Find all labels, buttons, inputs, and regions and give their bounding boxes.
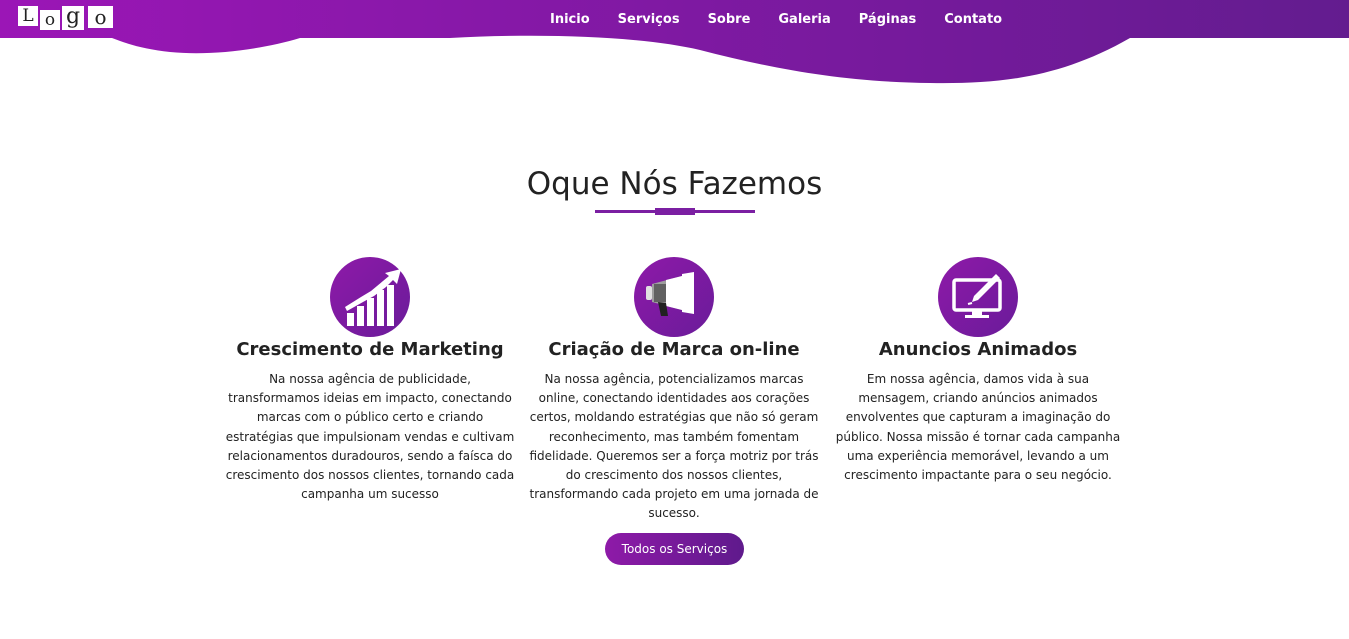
- service-description: Em nossa agência, damos vida à sua mensa…: [835, 372, 1121, 483]
- nav-link-servicos[interactable]: Serviços: [618, 12, 680, 27]
- header: L o g o Inicio Serviços Sobre Galeria Pá…: [0, 0, 1349, 90]
- service-title: Anuncios Animados: [878, 339, 1078, 360]
- all-services-button[interactable]: Todos os Serviços: [605, 533, 744, 565]
- monitor-pen-icon: [938, 257, 1018, 337]
- title-underline: [595, 208, 755, 215]
- growth-chart-icon: [330, 257, 410, 337]
- service-card-animated-ads: Anuncios Animados Em nossa agência, damo…: [833, 257, 1123, 485]
- service-title: Crescimento de Marketing: [236, 339, 504, 360]
- logo-letter: g: [62, 6, 84, 30]
- service-card-branding: Criação de Marca on-line Na nossa agênci…: [529, 257, 819, 524]
- logo-letter: o: [88, 6, 113, 28]
- service-description: Na nossa agência, potencializamos marcas…: [529, 372, 819, 521]
- logo-letter: o: [40, 10, 60, 30]
- service-card-marketing: Crescimento de Marketing Na nossa agênci…: [225, 257, 515, 504]
- main-nav: Inicio Serviços Sobre Galeria Páginas Co…: [536, 0, 1016, 38]
- logo[interactable]: L o g o: [18, 6, 113, 30]
- nav-link-sobre[interactable]: Sobre: [708, 12, 751, 27]
- nav-link-galeria[interactable]: Galeria: [778, 12, 830, 27]
- logo-letter: L: [18, 6, 38, 26]
- nav-link-contato[interactable]: Contato: [944, 12, 1002, 27]
- nav-link-inicio[interactable]: Inicio: [550, 12, 590, 27]
- service-description: Na nossa agência de publicidade, transfo…: [225, 372, 515, 502]
- service-title: Criação de Marca on-line: [548, 339, 800, 360]
- nav-link-paginas[interactable]: Páginas: [859, 12, 916, 27]
- section-title: Oque Nós Fazemos: [526, 166, 823, 202]
- megaphone-icon: [634, 257, 714, 337]
